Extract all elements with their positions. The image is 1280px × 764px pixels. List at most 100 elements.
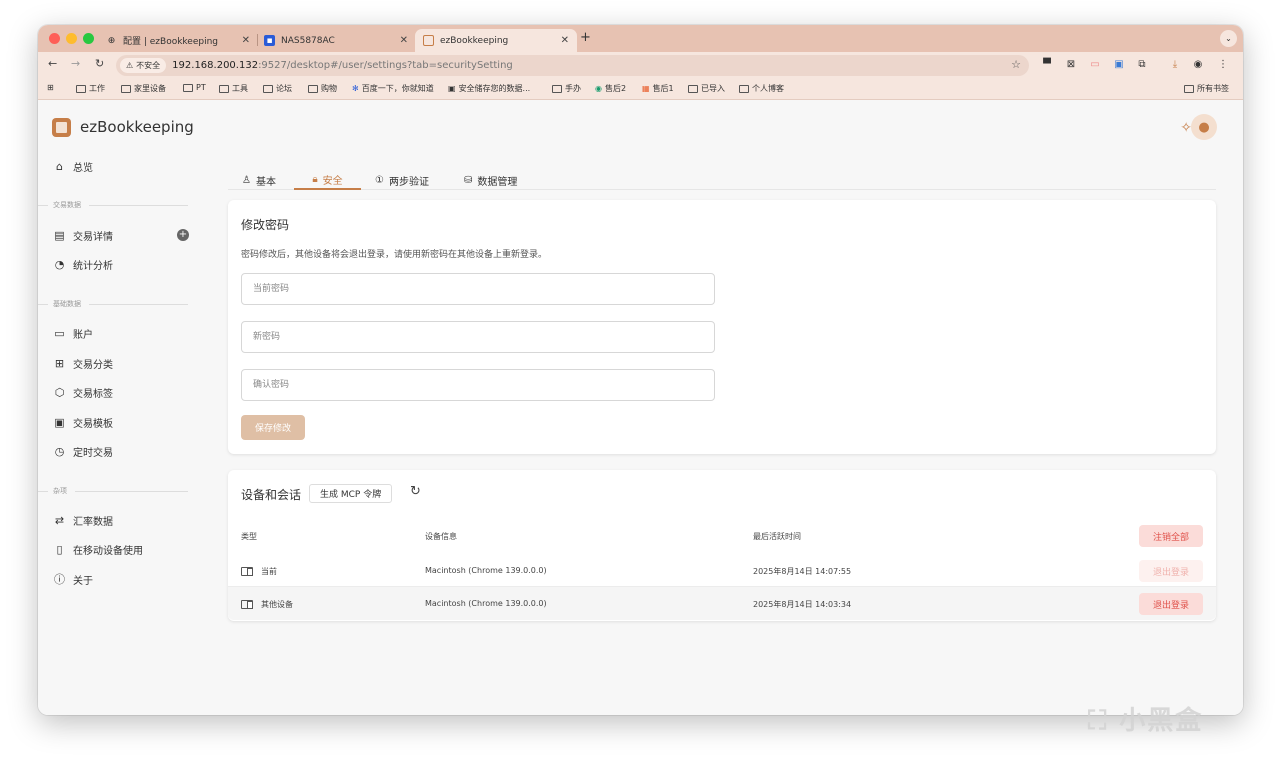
extension-icon[interactable]: ▀	[1040, 57, 1054, 71]
close-tab-icon[interactable]: ✕	[400, 35, 408, 46]
bookmark-folder[interactable]: 个人博客	[739, 83, 784, 94]
sidebar-item-transaction-details[interactable]: ▤ 交易详情	[53, 226, 113, 244]
devices-icon	[241, 600, 253, 609]
sidebar-section-misc: 杂项	[38, 486, 188, 496]
bookmark-link[interactable]: ▣ 安全储存您的数据...	[448, 83, 530, 94]
folder-icon	[1184, 84, 1194, 93]
bookmark-folder[interactable]: 工具	[219, 83, 248, 94]
session-type: 当前	[261, 567, 277, 576]
browser-tab-title: ezBookkeeping	[440, 35, 509, 46]
extension-icon[interactable]: ▭	[1088, 57, 1102, 71]
sidebar-section-basic-data: 基础数据	[38, 299, 188, 309]
security-indicator[interactable]: ⚠ 不安全	[120, 58, 167, 73]
window-controls	[49, 33, 94, 44]
card-description: 密码修改后，其他设备将会退出登录，请使用新密码在其他设备上重新登录。	[241, 250, 548, 260]
sidebar-item-mobile[interactable]: ▯ 在移动设备使用	[53, 540, 143, 558]
sidebar-item-exchange-rates[interactable]: ⇄ 汇率数据	[53, 511, 113, 529]
bookmark-folder[interactable]: 家里设备	[121, 83, 166, 94]
bookmark-link[interactable]: ✻ 百度一下，你就知道	[352, 83, 434, 94]
sidebar-item-tags[interactable]: ⬡ 交易标签	[53, 383, 113, 401]
session-device: Macintosh (Chrome 139.0.0.0)	[425, 599, 547, 608]
two-factor-icon: ①	[375, 174, 384, 186]
app-title[interactable]: ezBookkeeping	[80, 118, 194, 136]
user-icon: ♙	[242, 174, 251, 186]
browser-tab-2[interactable]: ▪ NAS5878AC ✕	[256, 29, 416, 52]
tab-basic[interactable]: ♙ 基本	[242, 170, 276, 190]
url-path: :9527/desktop#/user/settings?tab=securit…	[258, 60, 513, 71]
extension-icon[interactable]: ▣	[1112, 57, 1126, 71]
devices-icon	[241, 567, 253, 576]
bookmark-folder[interactable]: 购物	[308, 83, 337, 94]
sidebar-item-about[interactable]: ⓘ 关于	[53, 570, 93, 588]
logout-session-button[interactable]: 退出登录	[1139, 593, 1203, 615]
forward-icon[interactable]: →	[71, 57, 80, 70]
save-changes-button[interactable]: 保存修改	[241, 415, 305, 440]
generate-mcp-token-button[interactable]: 生成 MCP 令牌	[309, 484, 393, 503]
tab-security[interactable]: 🔒︎ 安全	[294, 170, 361, 190]
user-icon: ●	[1198, 119, 1210, 135]
bookmark-link[interactable]: ◉ 售后2	[595, 83, 626, 94]
url-host: 192.168.200.132	[172, 60, 259, 71]
bookmark-folder[interactable]: 手办	[552, 83, 581, 94]
column-header-type: 类型	[241, 532, 257, 541]
database-icon: ⛁	[464, 174, 473, 186]
lock-icon: 🔒︎	[312, 173, 318, 185]
browser-tab-1[interactable]: ⊕ 配置 | ezBookkeeping ✕	[98, 29, 258, 52]
add-transaction-button[interactable]: +	[177, 229, 189, 241]
new-tab-button[interactable]: +	[580, 30, 591, 45]
sidebar-item-statistics[interactable]: ◔ 统计分析	[53, 255, 113, 273]
new-password-input[interactable]	[241, 321, 715, 353]
tab-two-factor[interactable]: ① 两步验证	[375, 170, 429, 190]
info-icon: ⓘ	[54, 573, 65, 586]
browser-tab-3[interactable]: ezBookkeeping ✕	[415, 29, 577, 52]
bookmark-folder[interactable]: 论坛	[263, 83, 292, 94]
confirm-password-input[interactable]	[241, 369, 715, 401]
address-bar[interactable]: ⚠ 不安全 192.168.200.132 :9527/desktop#/use…	[116, 55, 1029, 76]
folder-icon	[76, 84, 86, 93]
logout-session-button[interactable]: 退出登录	[1139, 560, 1203, 582]
bookmark-link[interactable]: ▦ 售后1	[642, 83, 674, 94]
bookmark-folder[interactable]: PT	[183, 83, 206, 92]
app-logo-icon[interactable]	[52, 118, 71, 137]
extension-icon[interactable]: ⊠	[1064, 57, 1078, 71]
close-tab-icon[interactable]: ✕	[561, 35, 569, 46]
browser-tab-title: NAS5878AC	[281, 35, 335, 46]
credit-card-icon: ▭	[54, 326, 65, 340]
logout-all-button[interactable]: 注销全部	[1139, 525, 1203, 547]
storage-icon: ▣	[448, 84, 456, 93]
user-avatar[interactable]: ●	[1191, 114, 1217, 140]
sidebar-item-templates[interactable]: ▣ 交易模板	[53, 413, 113, 431]
download-icon[interactable]: ⤓	[1168, 57, 1182, 71]
puzzle-icon[interactable]: ⧉	[1135, 57, 1149, 71]
zoom-window-button[interactable]	[83, 33, 94, 44]
tab-search-icon[interactable]: ⌄	[1220, 30, 1237, 47]
reload-icon[interactable]: ↻	[95, 57, 104, 70]
back-icon[interactable]: ←	[48, 57, 57, 70]
browser-menu-icon[interactable]: ⋮	[1216, 57, 1230, 71]
shop-icon: ◉	[595, 84, 602, 93]
home-icon: ⌂	[56, 159, 63, 173]
all-bookmarks-folder[interactable]: 所有书签	[1184, 83, 1229, 94]
column-header-device-info: 设备信息	[425, 532, 457, 541]
bookmark-folder[interactable]: 工作	[76, 83, 105, 94]
sidebar-item-overview[interactable]: ⌂ 总览	[53, 157, 93, 175]
close-window-button[interactable]	[49, 33, 60, 44]
close-tab-icon[interactable]: ✕	[242, 35, 250, 46]
bookmark-star-icon[interactable]: ☆	[1011, 58, 1021, 71]
folder-icon	[688, 84, 698, 93]
minimize-window-button[interactable]	[66, 33, 77, 44]
sidebar-item-categories[interactable]: ⊞ 交易分类	[53, 354, 113, 372]
apps-grid-icon[interactable]: ⊞	[47, 83, 54, 92]
folder-icon	[121, 84, 131, 93]
tab-data-management[interactable]: ⛁ 数据管理	[464, 170, 517, 190]
sidebar-item-accounts[interactable]: ▭ 账户	[53, 324, 93, 342]
sidebar-item-scheduled[interactable]: ◷ 定时交易	[53, 442, 113, 460]
refresh-icon[interactable]: ↻	[410, 484, 421, 499]
folder-icon	[739, 84, 749, 93]
current-password-input[interactable]	[241, 273, 715, 305]
app-root: ezBookkeeping ✧ ● ⌂ 总览 交易数据 ▤ 交易详情 + ◔ 统…	[38, 100, 1243, 715]
sidebar-section-transaction-data: 交易数据	[38, 200, 188, 210]
profile-icon[interactable]: ◉	[1191, 57, 1205, 71]
bookmark-folder[interactable]: 已导入	[688, 83, 725, 94]
bookmarks-bar: ⊞ 工作 家里设备 PT 工具 论坛 购物 ✻ 百度一下，你就知道 ▣ 安全储存您的…	[38, 78, 1243, 100]
